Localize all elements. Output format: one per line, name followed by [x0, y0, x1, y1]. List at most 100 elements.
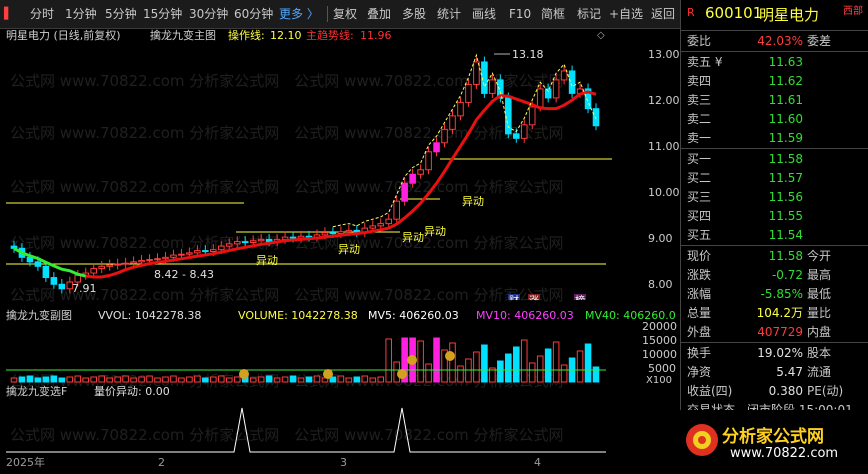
sell-4-row[interactable]: 卖四 11.62: [681, 72, 868, 90]
volume-row: 总量 104.2万 量比: [687, 306, 832, 320]
volume-bar: [98, 375, 105, 383]
candle-body: [154, 258, 161, 261]
tab-15min[interactable]: 15分钟: [143, 5, 182, 23]
net-asset-row: 净资 5.47 流通: [687, 365, 832, 379]
signal-label: 异动: [402, 231, 424, 244]
volume-bar: [90, 376, 98, 383]
volume-bar: [50, 375, 58, 383]
volume-bar: [297, 377, 305, 383]
stats-button[interactable]: 统计: [437, 5, 461, 23]
volume-bar: [26, 375, 34, 383]
candle-body: [233, 241, 241, 245]
anomaly-line: [6, 407, 606, 453]
candle-body: [138, 259, 145, 263]
stock-code[interactable]: 600101: [705, 4, 762, 22]
price-axis: 13.00 12.00 11.00 10.00 9.00 8.00: [612, 44, 680, 300]
volume-bar: [281, 376, 289, 383]
candle-body: [505, 97, 512, 135]
volume-bar: [584, 343, 592, 383]
site-logo: 分析家公式网 www.70822.com: [680, 410, 868, 471]
f10-button[interactable]: F10: [509, 5, 531, 23]
buy-4-row[interactable]: 买四 11.55: [681, 207, 868, 225]
date-tick: 2: [158, 456, 165, 469]
divider: [327, 6, 328, 22]
candle-body: [202, 250, 209, 253]
tab-more[interactable]: 更多 〉: [279, 5, 319, 23]
tab-5min[interactable]: 5分钟: [105, 5, 137, 23]
mv5-value: MV5: 406260.03: [368, 309, 459, 322]
volume-bar: [576, 350, 584, 383]
volume-bar: [417, 340, 424, 383]
volume-bar: [536, 355, 544, 383]
tab-60min[interactable]: 60分钟: [234, 5, 273, 23]
back-button[interactable]: 返回: [651, 5, 675, 23]
volume-bar: [353, 376, 361, 383]
tab-fenshi[interactable]: 分时: [30, 5, 54, 23]
volume-chart[interactable]: [0, 324, 612, 384]
candle-body: [520, 124, 528, 139]
sell-1-row[interactable]: 卖一 11.59: [681, 129, 868, 147]
mark-button[interactable]: 标记: [577, 5, 601, 23]
draw-line-button[interactable]: 画线: [472, 5, 496, 23]
tab-30min[interactable]: 30分钟: [189, 5, 228, 23]
volume-bar: [425, 363, 432, 383]
region-tag: 西部: [843, 6, 863, 17]
menu-icon[interactable]: ▌: [4, 5, 12, 23]
price-tick: 8.00: [648, 278, 673, 291]
candle-body: [210, 249, 217, 252]
add-watchlist-button[interactable]: +自选: [609, 5, 643, 23]
simple-frame-button[interactable]: 简框: [541, 5, 565, 23]
volume-bar: [74, 375, 82, 383]
overlay-button[interactable]: 叠加: [367, 5, 391, 23]
volume-bar: [186, 376, 193, 383]
sub-indicator-name[interactable]: 擒龙九变副图: [6, 308, 72, 324]
volume-bar: [18, 376, 26, 383]
candles: [10, 56, 600, 294]
volume-value: VOLUME: 1042278.38: [238, 309, 358, 322]
multi-stock-button[interactable]: 多股: [402, 5, 426, 23]
main-candlestick-chart[interactable]: 13.18 7.91 8.42 - 8.43 异动 异动 异动 异动 异动 财 …: [0, 44, 612, 300]
candle-body: [473, 61, 480, 85]
signal-label: 异动: [338, 243, 360, 256]
volume-bar: [505, 353, 512, 383]
volume-bar: [170, 375, 177, 383]
candle-body: [106, 264, 113, 267]
signal-label: 异动: [462, 195, 484, 208]
buy-1-row[interactable]: 买一 11.58: [681, 150, 868, 168]
candle-body: [369, 225, 377, 229]
candle-body: [425, 151, 432, 171]
volume-bar: [130, 377, 137, 383]
volume-bar: [449, 342, 456, 383]
tab-1min[interactable]: 1分钟: [65, 5, 97, 23]
volume-bar: [305, 376, 313, 383]
volume-bar: [520, 339, 528, 383]
buy-3-row[interactable]: 买三 11.56: [681, 188, 868, 206]
sell-3-row[interactable]: 卖三 11.61: [681, 91, 868, 109]
volume-bar: [42, 376, 50, 383]
eps-row: 收益(四) 0.380 PE(动): [687, 384, 844, 398]
volume-bar: [313, 375, 321, 383]
date-tick: 3: [340, 456, 347, 469]
stock-name[interactable]: 明星电力: [759, 4, 819, 25]
sell-5-row[interactable]: 卖五 ¥11.63: [681, 53, 868, 71]
date-tick: 4: [534, 456, 541, 469]
main-chart-header: 明星电力 (日线,前复权) 擒龙九变主图 操作线: 12.10 主趋势线: 11…: [0, 28, 612, 44]
op-line-label: 操作线:: [228, 29, 265, 42]
buy-2-row[interactable]: 买二 11.57: [681, 169, 868, 187]
buy-5-row[interactable]: 买五 11.54: [681, 226, 868, 244]
weibi-row: 委比 42.03% 委差: [687, 34, 832, 48]
candle-body: [536, 88, 544, 108]
sell-2-row[interactable]: 卖二 11.60: [681, 110, 868, 128]
settings-diamond-icon[interactable]: ◇: [597, 28, 605, 44]
fuquan-button[interactable]: 复权: [333, 5, 357, 23]
price-tick: 13.00: [648, 48, 680, 61]
anomaly-chart[interactable]: [0, 400, 612, 455]
volume-bar: [560, 364, 568, 383]
indicator-name[interactable]: 擒龙九变主图: [150, 28, 216, 44]
volume-bar: [138, 376, 145, 383]
candle-body: [457, 101, 464, 117]
candle-body: [417, 169, 424, 175]
candle-body: [289, 236, 297, 239]
selector-indicator-name[interactable]: 擒龙九变选F: [6, 384, 67, 400]
volume-bar: [257, 376, 265, 383]
